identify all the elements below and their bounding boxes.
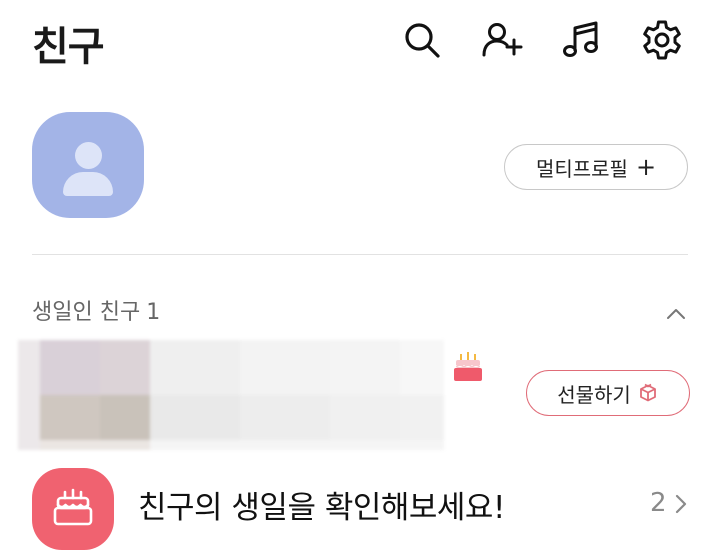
search-icon [405, 23, 440, 58]
section-divider [32, 254, 688, 255]
birthday-cake-icon [53, 488, 93, 526]
my-profile-avatar[interactable] [32, 112, 144, 218]
blurred-friend-info [18, 340, 444, 450]
header-bar: 친구 [0, 0, 720, 82]
birthday-banner-text: 친구의 생일을 확인해보세요! [138, 490, 505, 526]
chevron-right-icon [675, 494, 687, 514]
settings-icon [643, 20, 681, 60]
music-icon [563, 21, 598, 57]
birthday-banner-count: 2 [650, 488, 667, 518]
music-button[interactable] [558, 16, 606, 64]
search-button[interactable] [398, 16, 446, 64]
avatar-head-shape [75, 142, 102, 169]
send-gift-label: 선물하기 [557, 382, 631, 407]
chevron-up-icon [667, 309, 685, 319]
page-title: 친구 [32, 24, 105, 70]
collapse-section-button[interactable] [660, 300, 692, 328]
birthday-icon-tile [32, 468, 114, 550]
settings-button[interactable] [638, 16, 686, 64]
birthday-section-count: 1 [146, 300, 161, 325]
add-friend-button[interactable] [478, 16, 526, 64]
add-friend-icon [482, 23, 523, 57]
plus-icon: + [635, 153, 657, 181]
birthday-section-label: 생일인 친구 1 [32, 294, 160, 326]
birthday-cake-badge-icon [454, 352, 482, 381]
avatar-body-shape [63, 172, 113, 196]
gift-box-icon [639, 383, 656, 402]
multi-profile-button[interactable]: 멀티프로필 + [504, 144, 688, 190]
multi-profile-label: 멀티프로필 [535, 156, 628, 181]
birthday-friend-row[interactable]: 선물하기 [0, 330, 720, 455]
birthday-banner-row[interactable]: 친구의 생일을 확인해보세요! 2 [0, 460, 720, 554]
birthday-section-title: 생일인 친구 [32, 300, 141, 325]
send-gift-button[interactable]: 선물하기 [526, 370, 690, 416]
